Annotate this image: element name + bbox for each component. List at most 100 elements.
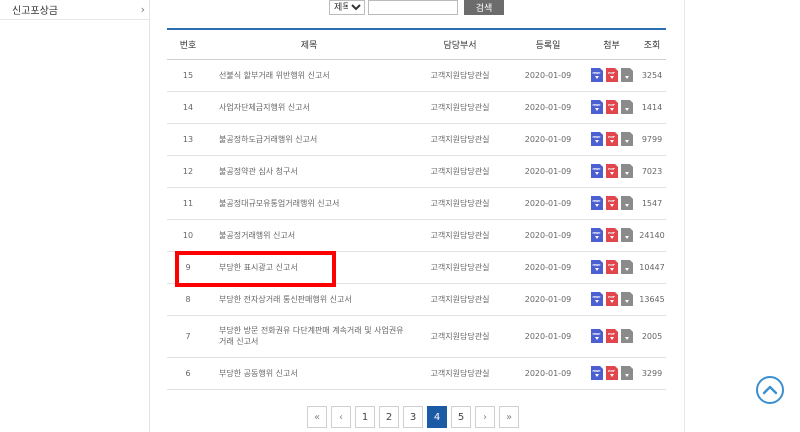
hwp-file-icon[interactable]: HWP xyxy=(590,68,603,82)
cell-department: 고객지원담당관실 xyxy=(409,357,511,390)
hwp-file-icon[interactable]: HWP xyxy=(590,329,603,343)
cell-attachments: HWP PDF xyxy=(585,123,638,156)
scroll-top-button[interactable] xyxy=(756,376,784,404)
col-date: 등록일 xyxy=(511,29,585,60)
table-row: 11 불공정대규모유통업거래행위 신고서 고객지원담당관실 2020-01-09 HWP… xyxy=(167,187,666,220)
hwp-file-icon[interactable]: HWP xyxy=(590,292,603,306)
hwp-file-icon[interactable]: HWP xyxy=(590,196,603,210)
search-input[interactable] xyxy=(368,0,458,15)
page-4-button[interactable]: 4 xyxy=(427,406,447,428)
next-page-button[interactable]: › xyxy=(475,406,495,428)
cell-title-link[interactable]: 사업자단체금지행위 신고서 xyxy=(209,91,409,124)
file-type-label: HWP xyxy=(592,295,601,299)
file-type-label: PDF xyxy=(608,295,615,299)
cell-title-link[interactable]: 부당한 전자상거래 통신판매행위 신고서 xyxy=(209,283,409,316)
page-2-button[interactable]: 2 xyxy=(379,406,399,428)
table-row: 7 부당한 방문 전화권유 다단계판매 계속거래 및 사업권유거래 신고서 고객지원… xyxy=(167,315,666,358)
cell-attachments: HWP PDF xyxy=(585,219,638,252)
cell-views: 1414 xyxy=(638,91,666,124)
hwp-file-icon[interactable]: HWP xyxy=(590,366,603,380)
download-file-icon[interactable] xyxy=(620,329,633,343)
cell-attachments: HWP PDF xyxy=(585,59,638,92)
file-type-label: HWP xyxy=(592,167,601,171)
cell-title-link[interactable]: 불공정대규모유통업거래행위 신고서 xyxy=(209,187,409,220)
cell-date: 2020-01-09 xyxy=(511,219,585,252)
cell-attachments: HWP PDF xyxy=(585,91,638,124)
cell-title-link[interactable]: 불공정약관 심사 청구서 xyxy=(209,155,409,188)
cell-date: 2020-01-09 xyxy=(511,123,585,156)
first-page-button[interactable]: « xyxy=(307,406,327,428)
pagination: « ‹ 1 2 3 4 5 › » xyxy=(307,406,519,428)
search-field-select[interactable]: 제목 xyxy=(329,0,365,15)
download-file-icon[interactable] xyxy=(620,100,633,114)
last-page-button[interactable]: » xyxy=(499,406,519,428)
right-divider xyxy=(684,0,685,432)
download-file-icon[interactable] xyxy=(620,260,633,274)
download-file-icon[interactable] xyxy=(620,68,633,82)
cell-date: 2020-01-09 xyxy=(511,315,585,358)
page-5-button[interactable]: 5 xyxy=(451,406,471,428)
cell-title-link[interactable]: 부당한 방문 전화권유 다단계판매 계속거래 및 사업권유거래 신고서 xyxy=(209,315,409,358)
pdf-file-icon[interactable]: PDF xyxy=(605,68,618,82)
cell-attachments: HWP PDF xyxy=(585,155,638,188)
download-file-icon[interactable] xyxy=(620,132,633,146)
file-type-label: PDF xyxy=(608,71,615,75)
cell-views: 3299 xyxy=(638,357,666,390)
cell-date: 2020-01-09 xyxy=(511,283,585,316)
cell-views: 13645 xyxy=(638,283,666,316)
hwp-file-icon[interactable]: HWP xyxy=(590,260,603,274)
pdf-file-icon[interactable]: PDF xyxy=(605,164,618,178)
cell-number: 11 xyxy=(167,187,209,220)
cell-date: 2020-01-09 xyxy=(511,251,585,284)
hwp-file-icon[interactable]: HWP xyxy=(590,100,603,114)
cell-date: 2020-01-09 xyxy=(511,59,585,92)
hwp-file-icon[interactable]: HWP xyxy=(590,228,603,242)
pdf-file-icon[interactable]: PDF xyxy=(605,292,618,306)
search-button[interactable]: 검색 xyxy=(464,0,504,15)
cell-title-link[interactable]: 불공정하도급거래행위 신고서 xyxy=(209,123,409,156)
cell-title-link[interactable]: 선불식 할부거래 위반행위 신고서 xyxy=(209,59,409,92)
pdf-file-icon[interactable]: PDF xyxy=(605,132,618,146)
table-row: 12 불공정약관 심사 청구서 고객지원담당관실 2020-01-09 HWP PDF 70… xyxy=(167,155,666,188)
cell-attachments: HWP PDF xyxy=(585,315,638,358)
prev-page-button[interactable]: ‹ xyxy=(331,406,351,428)
pdf-file-icon[interactable]: PDF xyxy=(605,329,618,343)
file-type-label: HWP xyxy=(592,263,601,267)
cell-views: 3254 xyxy=(638,59,666,92)
download-file-icon[interactable] xyxy=(620,164,633,178)
pdf-file-icon[interactable]: PDF xyxy=(605,366,618,380)
sidebar-item-report-reward[interactable]: 신고포상금 › xyxy=(0,0,149,20)
cell-department: 고객지원담당관실 xyxy=(409,251,511,284)
cell-department: 고객지원담당관실 xyxy=(409,155,511,188)
cell-department: 고객지원담당관실 xyxy=(409,91,511,124)
cell-title-link[interactable]: 부당한 공동행위 신고서 xyxy=(209,357,409,390)
cell-number: 15 xyxy=(167,59,209,92)
cell-title-link[interactable]: 부당한 표시광고 신고서 xyxy=(209,251,409,284)
pdf-file-icon[interactable]: PDF xyxy=(605,260,618,274)
col-department: 담당부서 xyxy=(409,29,511,60)
cell-department: 고객지원담당관실 xyxy=(409,283,511,316)
pdf-file-icon[interactable]: PDF xyxy=(605,196,618,210)
pdf-file-icon[interactable]: PDF xyxy=(605,228,618,242)
download-file-icon[interactable] xyxy=(620,196,633,210)
pdf-file-icon[interactable]: PDF xyxy=(605,100,618,114)
download-file-icon[interactable] xyxy=(620,366,633,380)
page-1-button[interactable]: 1 xyxy=(355,406,375,428)
search-bar: 제목 검색 xyxy=(329,0,504,15)
table-row: 14 사업자단체금지행위 신고서 고객지원담당관실 2020-01-09 HWP PDF 1… xyxy=(167,91,666,124)
file-type-label: HWP xyxy=(592,71,601,75)
download-file-icon[interactable] xyxy=(620,228,633,242)
cell-views: 2005 xyxy=(638,315,666,358)
cell-title-link[interactable]: 불공정거래행위 신고서 xyxy=(209,219,409,252)
table-row: 9 부당한 표시광고 신고서 고객지원담당관실 2020-01-09 HWP PDF 104… xyxy=(167,251,666,284)
file-type-label: PDF xyxy=(608,332,615,336)
download-file-icon[interactable] xyxy=(620,292,633,306)
hwp-file-icon[interactable]: HWP xyxy=(590,164,603,178)
cell-date: 2020-01-09 xyxy=(511,155,585,188)
hwp-file-icon[interactable]: HWP xyxy=(590,132,603,146)
page-3-button[interactable]: 3 xyxy=(403,406,423,428)
cell-department: 고객지원담당관실 xyxy=(409,219,511,252)
chevron-up-icon xyxy=(762,385,778,395)
file-type-label: PDF xyxy=(608,231,615,235)
col-attachment: 첨부 xyxy=(585,29,638,60)
